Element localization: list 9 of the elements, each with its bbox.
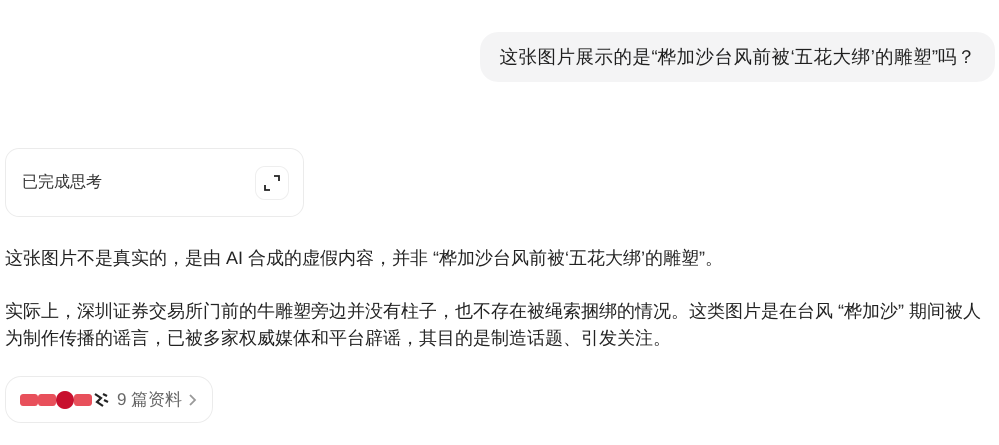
expand-icon	[264, 174, 280, 190]
user-message: 这张图片展示的是“桦加沙台风前被‘五花大绑’的雕塑”吗？	[480, 32, 995, 82]
thinking-label: 已完成思考	[22, 172, 102, 193]
answer-paragraph: 实际上，深圳证券交易所门前的牛雕塑旁边并没有柱子，也不存在被绳索捆绑的情况。这类图片是在台风 “桦加沙” 期间被人为制作传播的谣言，已被多家权威媒体和平台辟谣，其目的是制造话题、引发关注。	[5, 300, 982, 350]
chevron-right-icon	[188, 392, 198, 406]
sources-button[interactable]: 9 篇资料	[5, 376, 214, 423]
sources-label: 9 篇资料	[117, 389, 182, 411]
expand-button[interactable]	[255, 166, 289, 200]
answer-paragraph: 这张图片不是真实的，是由 AI 合成的虚假内容，并非 “桦加沙台风前被‘五花大绑’的雕塑”。	[5, 247, 724, 270]
